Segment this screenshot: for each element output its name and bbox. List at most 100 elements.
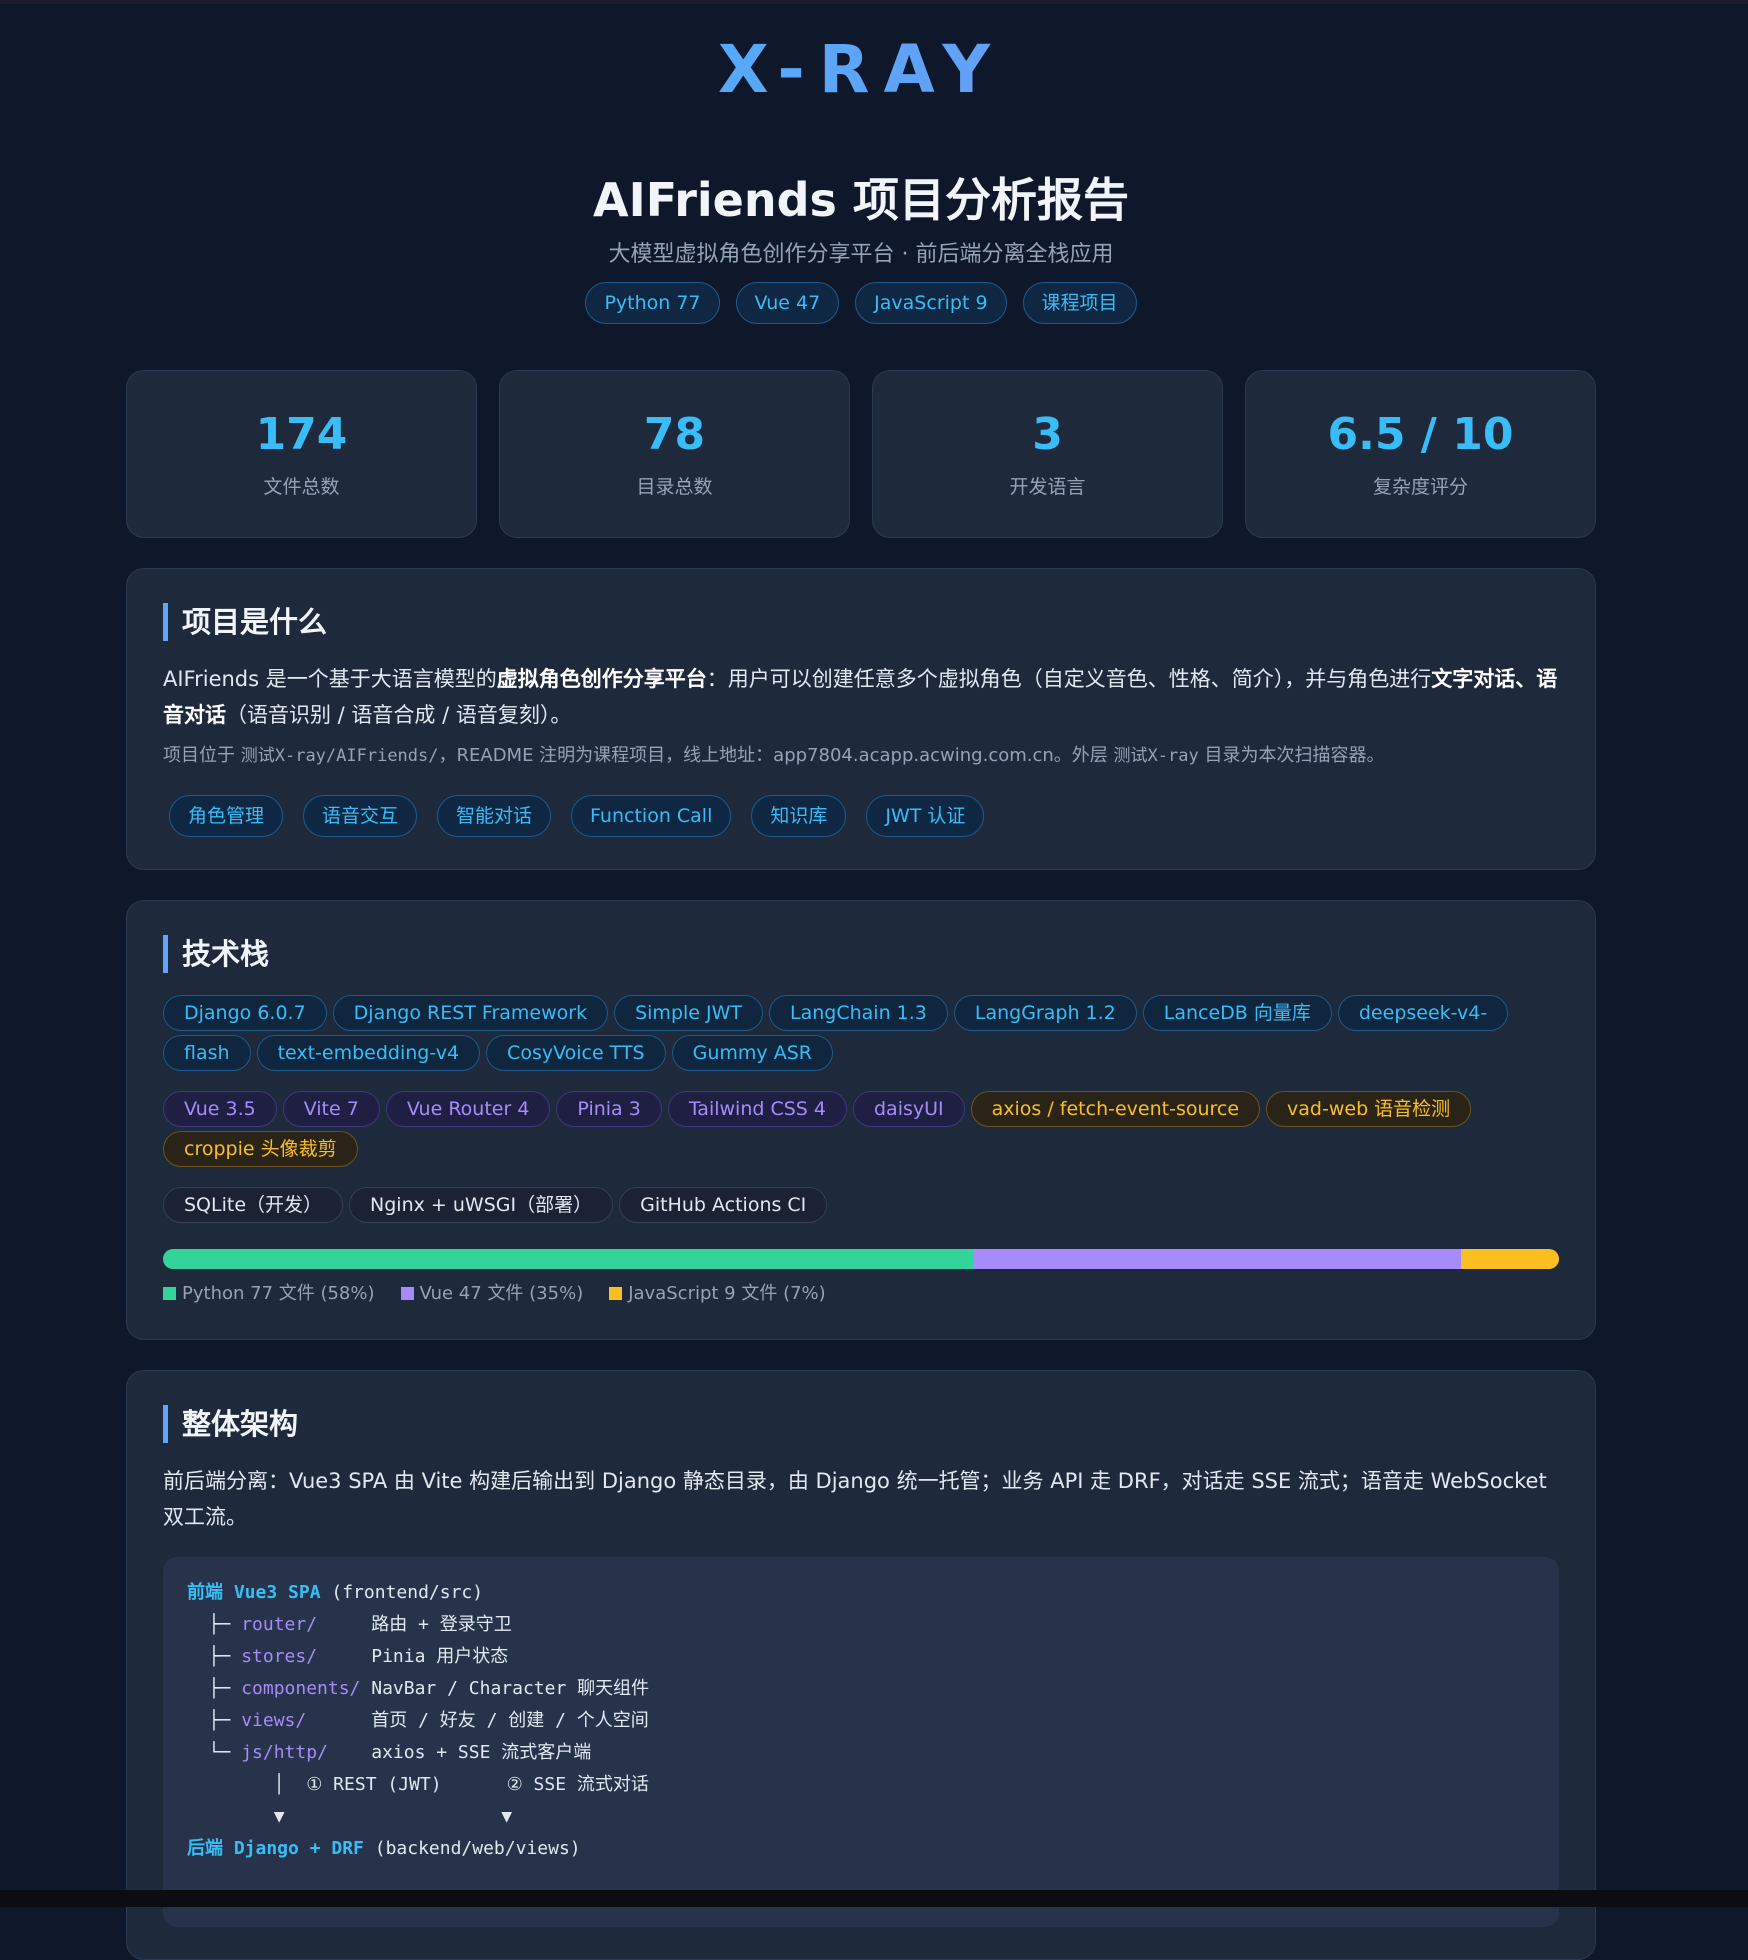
stat-label: 复杂度评分 xyxy=(1372,476,1468,498)
stack-tag: text-embedding-v4 xyxy=(256,1035,481,1071)
lang-tag: JavaScript 9 xyxy=(855,282,1007,324)
stack-tag: Django 6.0.7 xyxy=(163,995,327,1031)
note-text: 项目位于 xyxy=(163,745,241,766)
stack-row: SQLite（开发） Nginx + uWSGI（部署） GitHub Action… xyxy=(163,1185,1559,1225)
stack-tag: LangGraph 1.2 xyxy=(953,995,1137,1031)
lead-text: ：用户可以创建任意多个虚拟角色（自定义音色、性格、简介），并与角色进行 xyxy=(706,667,1432,691)
stack-tag: Vue Router 4 xyxy=(385,1091,551,1127)
stack-tag: Tailwind CSS 4 xyxy=(667,1091,847,1127)
tree-line: ├─ stores/ Pinia 用户状态 xyxy=(187,1641,1535,1673)
feature-tag: 智能对话 xyxy=(437,795,552,837)
tree-line: ├─ views/ 首页 / 好友 / 创建 / 个人空间 xyxy=(187,1705,1535,1737)
language-legend: Python 77 文件 (58%) Vue 47 文件 (35%) JavaScr… xyxy=(163,1281,1559,1307)
about-lead: AIFriends 是一个基于大语言模型的虚拟角色创作分享平台：用户可以创建任意… xyxy=(163,661,1559,733)
tree-heading: 后端 Django + DRF xyxy=(187,1838,364,1859)
tree-text: ├─ xyxy=(187,1710,242,1731)
stat-value: 3 xyxy=(1032,409,1063,460)
legend-label: Python 77 文件 (58%) xyxy=(182,1283,375,1304)
language-tags: Python 77 Vue 47 JavaScript 9 课程项目 xyxy=(126,282,1596,324)
stack-tag: LangChain 1.3 xyxy=(769,995,948,1031)
stats-row: 174 文件总数 78 目录总数 3 开发语言 6.5 / 10 复杂度评分 xyxy=(126,370,1596,538)
stack-tag: Nginx + uWSGI（部署） xyxy=(349,1187,614,1223)
legend-swatch-icon xyxy=(609,1287,623,1300)
legend-item: JavaScript 9 文件 (7%) xyxy=(609,1283,826,1304)
report-container: X-RAY AIFriends 项目分析报告 大模型虚拟角色创作分享平台 · 前… xyxy=(126,0,1596,1960)
stack-tag: Django REST Framework xyxy=(332,995,609,1031)
tree-line: ▼ ▼ xyxy=(187,1801,1535,1833)
legend-label: Vue 47 文件 (35%) xyxy=(419,1283,584,1304)
stack-tag: CosyVoice TTS xyxy=(486,1035,666,1071)
stat-card-complexity: 6.5 / 10 复杂度评分 xyxy=(1245,370,1596,538)
lang-tag: 课程项目 xyxy=(1022,282,1137,324)
lead-text: （语音识别 / 语音合成 / 语音复刻）。 xyxy=(226,703,572,727)
tree-text: ▼ ▼ xyxy=(187,1806,513,1827)
feature-tag: Function Call xyxy=(571,795,732,837)
tree-path: stores/ xyxy=(241,1646,318,1667)
note-path: 测试X-ray xyxy=(1113,746,1199,766)
note-path: 测试X-ray/AIFriends/ xyxy=(240,746,439,766)
tree-text: ├─ xyxy=(187,1678,242,1699)
architecture-lead: 前后端分离：Vue3 SPA 由 Vite 构建后输出到 Django 静态目录… xyxy=(163,1469,1547,1529)
tree-line: 后端 Django + DRF (backend/web/views) xyxy=(187,1833,1535,1865)
stack-tag-rows: Django 6.0.7 Django REST Framework Simple … xyxy=(163,993,1559,1225)
feature-tag: 知识库 xyxy=(751,795,847,837)
about-section: 项目是什么 AIFriends 是一个基于大语言模型的虚拟角色创作分享平台：用户… xyxy=(126,568,1596,870)
tree-path: js/http/ xyxy=(241,1742,328,1763)
stat-label: 文件总数 xyxy=(263,476,340,498)
stat-card-files: 174 文件总数 xyxy=(126,370,477,538)
stack-tag: Vite 7 xyxy=(282,1091,380,1127)
lead-highlight: 虚拟角色创作分享平台 xyxy=(496,667,707,691)
legend-item: Vue 47 文件 (35%) xyxy=(400,1283,584,1304)
feature-tag: 角色管理 xyxy=(169,795,284,837)
about-note: 项目位于 测试X-ray/AIFriends/，README 注明为课程项目，线… xyxy=(163,743,1559,769)
language-bar-segment xyxy=(972,1249,1462,1269)
tree-line: └─ js/http/ axios + SSE 流式客户端 xyxy=(187,1737,1535,1769)
stack-tag: axios / fetch-event-source xyxy=(970,1091,1261,1127)
tree-text: NavBar / Character 聊天组件 xyxy=(360,1678,650,1699)
tree-text: Pinia 用户状态 xyxy=(317,1646,509,1667)
tree-text: (backend/web/views) xyxy=(363,1838,581,1859)
tree-text: (frontend/src) xyxy=(320,1582,484,1603)
stack-tag: vad-web 语音检测 xyxy=(1266,1091,1472,1127)
stat-card-dirs: 78 目录总数 xyxy=(499,370,850,538)
lang-tag: Python 77 xyxy=(585,282,720,324)
section-heading: 整体架构 xyxy=(163,1405,1559,1443)
tree-path: components/ xyxy=(241,1678,361,1699)
feature-tags: 角色管理 语音交互 智能对话 Function Call 知识库 JWT 认证 xyxy=(163,795,1559,837)
stack-row: Django 6.0.7 Django REST Framework Simple … xyxy=(163,993,1559,1073)
feature-tag: JWT 认证 xyxy=(866,795,985,837)
section-heading: 项目是什么 xyxy=(163,603,1559,641)
stat-value: 78 xyxy=(643,409,706,460)
tree-line: ├─ components/ NavBar / Character 聊天组件 xyxy=(187,1673,1535,1705)
lang-tag: Vue 47 xyxy=(735,282,840,324)
tree-text: 路由 + 登录守卫 xyxy=(317,1614,512,1635)
tree-text: │ ① REST (JWT) ② SSE 流式对话 xyxy=(187,1774,649,1795)
feature-tag: 语音交互 xyxy=(303,795,418,837)
tree-text: ├─ xyxy=(187,1614,242,1635)
legend-item: Python 77 文件 (58%) xyxy=(163,1283,375,1304)
tree-text: 首页 / 好友 / 创建 / 个人空间 xyxy=(306,1710,649,1731)
language-bar-segment xyxy=(1461,1249,1559,1269)
stat-value: 6.5 / 10 xyxy=(1327,409,1514,460)
stat-label: 目录总数 xyxy=(636,476,713,498)
note-text: ，README 注明为课程项目，线上地址：app7804.acapp.acwin… xyxy=(438,745,1114,766)
tree-line: │ ① REST (JWT) ② SSE 流式对话 xyxy=(187,1769,1535,1801)
tree-text: axios + SSE 流式客户端 xyxy=(327,1742,592,1763)
stack-tag: LanceDB 向量库 xyxy=(1142,995,1332,1031)
stack-row: Vue 3.5 Vite 7 Vue Router 4 Pinia 3 Tailwind… xyxy=(163,1089,1559,1169)
page-subtitle: 大模型虚拟角色创作分享平台 · 前后端分离全栈应用 xyxy=(608,242,1114,267)
legend-label: JavaScript 9 文件 (7%) xyxy=(628,1283,826,1304)
stat-value: 174 xyxy=(255,409,348,460)
lead-text: AIFriends 是一个基于大语言模型的 xyxy=(163,667,497,691)
tree-line: 前端 Vue3 SPA (frontend/src) xyxy=(187,1577,1535,1609)
brand-logo: X-RAY xyxy=(126,30,1596,110)
page-title: AIFriends 项目分析报告 xyxy=(593,173,1129,227)
tree-text: ├─ xyxy=(187,1646,242,1667)
window-bottom-edge xyxy=(0,1890,1748,1907)
legend-swatch-icon xyxy=(163,1287,176,1300)
tree-path: views/ xyxy=(241,1710,307,1731)
tech-stack-section: 技术栈 Django 6.0.7 Django REST Framework Sim… xyxy=(126,900,1596,1340)
stack-tag: croppie 头像裁剪 xyxy=(163,1131,358,1167)
stack-tag: Pinia 3 xyxy=(556,1091,662,1127)
stat-label: 开发语言 xyxy=(1009,476,1086,498)
